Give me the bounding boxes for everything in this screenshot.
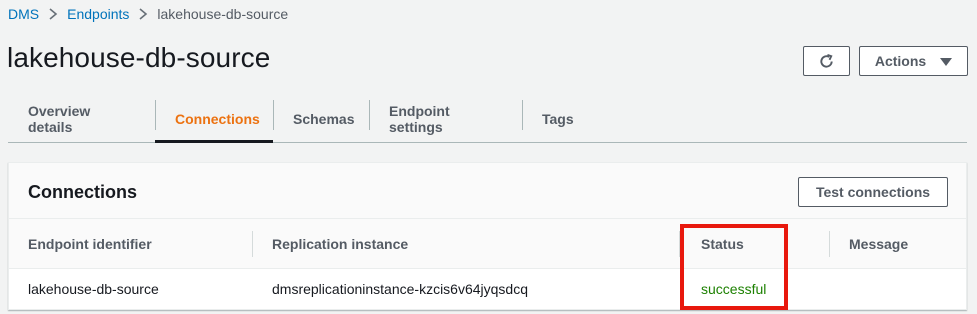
table-header: Endpoint identifier Replication instance… bbox=[9, 219, 966, 269]
column-divider bbox=[829, 231, 830, 257]
connections-panel: Connections Test connections Endpoint id… bbox=[8, 162, 967, 310]
tab-endpoint-settings[interactable]: Endpoint settings bbox=[369, 96, 522, 142]
actions-label: Actions bbox=[874, 53, 927, 69]
cell-status: successful bbox=[701, 281, 767, 297]
tab-bar: Overview details Connections Schemas End… bbox=[8, 96, 967, 143]
column-divider bbox=[679, 231, 680, 257]
chevron-right-icon bbox=[39, 8, 67, 20]
tab-schemas[interactable]: Schemas bbox=[273, 96, 369, 142]
column-header-message[interactable]: Message bbox=[849, 219, 908, 269]
breadcrumb-current: lakehouse-db-source bbox=[157, 6, 289, 22]
cell-replication-instance: dmsreplicationinstance-kzcis6v64jyqsdcq bbox=[272, 281, 529, 297]
column-header-endpoint-identifier[interactable]: Endpoint identifier bbox=[28, 219, 152, 269]
refresh-button[interactable] bbox=[803, 46, 850, 76]
test-connections-button[interactable]: Test connections bbox=[798, 177, 948, 207]
table-row: lakehouse-db-source dmsreplicationinstan… bbox=[9, 269, 966, 309]
tab-label: Tags bbox=[542, 111, 574, 127]
tab-label: Schemas bbox=[293, 111, 355, 127]
column-header-status[interactable]: Status bbox=[701, 219, 744, 269]
column-header-replication-instance[interactable]: Replication instance bbox=[272, 219, 408, 269]
tab-tags[interactable]: Tags bbox=[522, 96, 592, 142]
endpoint-details-page: DMS Endpoints lakehouse-db-source lakeho… bbox=[0, 0, 977, 314]
page-title: lakehouse-db-source bbox=[7, 42, 271, 73]
actions-button[interactable]: Actions bbox=[859, 46, 968, 76]
column-divider bbox=[252, 231, 253, 257]
refresh-icon bbox=[818, 53, 835, 70]
panel-title: Connections bbox=[28, 182, 138, 202]
tab-label: Endpoint settings bbox=[389, 103, 450, 135]
breadcrumb-endpoints[interactable]: Endpoints bbox=[67, 6, 129, 22]
cell-endpoint-identifier: lakehouse-db-source bbox=[28, 281, 159, 297]
tab-connections[interactable]: Connections bbox=[155, 96, 273, 143]
breadcrumb-dms[interactable]: DMS bbox=[8, 6, 39, 22]
chevron-right-icon bbox=[129, 8, 157, 20]
breadcrumb: DMS Endpoints lakehouse-db-source bbox=[8, 5, 288, 23]
panel-header: Connections Test connections bbox=[9, 163, 966, 219]
tab-overview-details[interactable]: Overview details bbox=[8, 96, 155, 142]
tab-label: Overview details bbox=[28, 103, 91, 135]
tab-label: Connections bbox=[175, 111, 260, 127]
caret-down-icon bbox=[940, 58, 953, 66]
